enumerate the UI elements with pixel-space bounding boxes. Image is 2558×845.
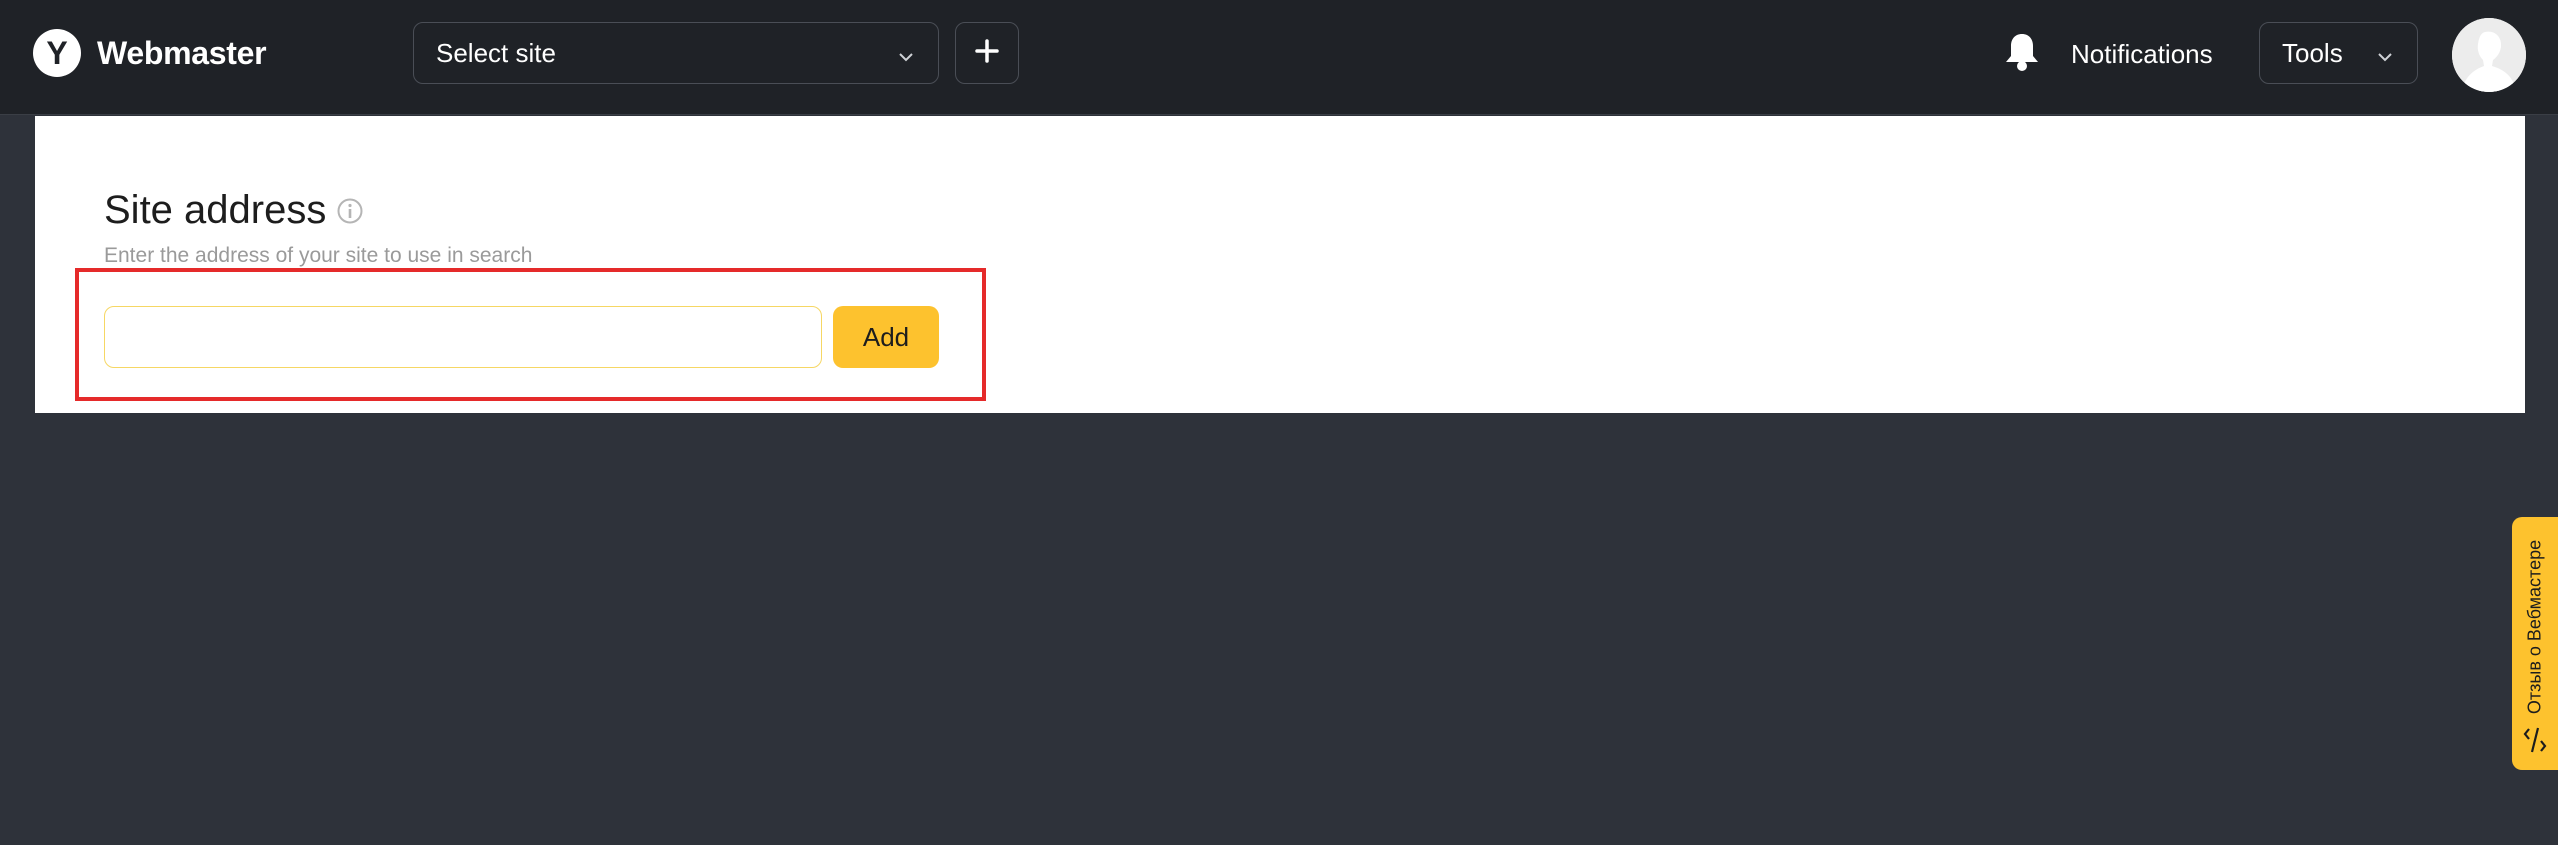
yandex-logo-icon: Y <box>33 29 81 77</box>
avatar[interactable] <box>2452 18 2526 92</box>
add-button[interactable]: Add <box>833 306 939 368</box>
title-row: Site address <box>104 188 364 233</box>
add-site-button[interactable] <box>955 22 1019 84</box>
top-bar: Y Webmaster Select site Notifications To… <box>0 0 2558 115</box>
notifications-button[interactable]: Notifications <box>2003 26 2213 82</box>
bell-icon <box>2003 32 2041 77</box>
chevron-down-icon <box>896 43 916 74</box>
info-icon[interactable] <box>336 197 364 230</box>
app-name: Webmaster <box>97 34 267 71</box>
page-title: Site address <box>104 188 327 232</box>
feedback-label: Отзыв о Вебмастере <box>2524 539 2545 715</box>
plus-icon <box>974 38 1000 69</box>
logo[interactable]: Y Webmaster <box>33 28 267 78</box>
site-select-label: Select site <box>436 37 556 68</box>
tools-label: Tools <box>2282 37 2343 68</box>
notifications-label: Notifications <box>2071 38 2213 69</box>
site-select-dropdown[interactable]: Select site <box>413 22 939 84</box>
chevron-down-icon <box>2375 43 2395 74</box>
svg-text:Y: Y <box>46 35 67 71</box>
avatar-icon <box>2452 18 2526 92</box>
feedback-icon <box>2523 725 2547 760</box>
add-site-panel: Site address Enter the address of your s… <box>35 116 2525 413</box>
feedback-tab[interactable]: Отзыв о Вебмастере <box>2512 517 2558 770</box>
page-subtitle: Enter the address of your site to use in… <box>104 244 533 267</box>
site-address-input[interactable] <box>104 306 822 368</box>
tools-dropdown[interactable]: Tools <box>2259 22 2418 84</box>
